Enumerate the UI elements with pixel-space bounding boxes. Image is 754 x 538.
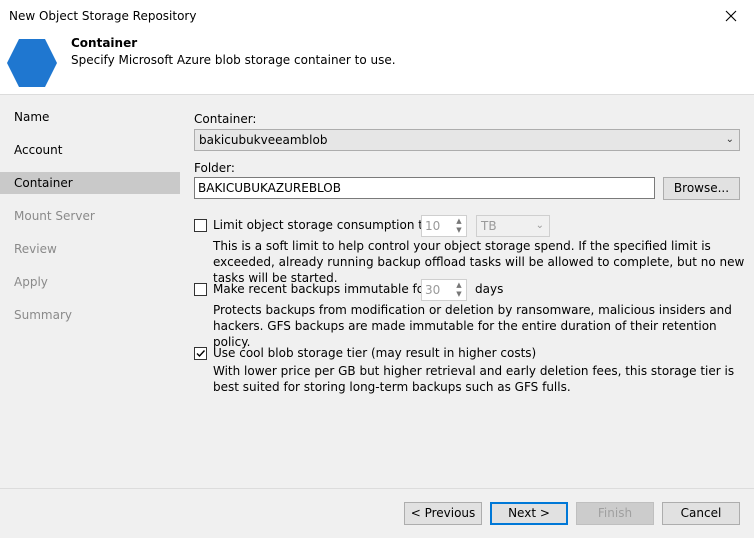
window-title: New Object Storage Repository [9,9,197,23]
spinner-arrows-icon: ▲ ▼ [456,217,462,234]
container-value: bakicubukveeamblob [199,133,328,147]
title-bar: New Object Storage Repository [0,0,754,32]
limit-spinner: 10 ▲ ▼ [421,215,467,237]
finish-button: Finish [576,502,654,525]
limit-label: Limit object storage consumption to: [213,218,435,232]
immutable-unit: days [475,282,504,296]
limit-unit: TB [481,219,497,233]
immutable-value: 30 [425,283,441,297]
spinner-arrows-icon: ▲ ▼ [456,281,462,298]
container-label: Container: [194,112,257,126]
wizard-content: Container: bakicubukveeamblob ⌄ Folder: … [180,95,754,488]
immutable-label: Make recent backups immutable for: [213,282,433,296]
folder-label: Folder: [194,161,235,175]
limit-value: 10 [425,219,441,233]
cool-tier-checkbox[interactable] [194,347,207,360]
hexagon-icon [7,39,57,87]
step-name[interactable]: Name [0,106,180,128]
close-icon [725,10,737,22]
page-title: Container [71,36,138,50]
step-mount-server: Mount Server [14,209,95,223]
immutable-checkbox[interactable] [194,283,207,296]
limit-checkbox[interactable] [194,219,207,232]
previous-button[interactable]: < Previous [404,502,482,525]
container-select[interactable]: bakicubukveeamblob ⌄ [194,129,740,151]
step-review: Review [14,242,57,256]
chevron-down-icon: ⌄ [725,134,734,145]
folder-input[interactable]: BAKICUBUKAZUREBLOB [194,177,655,199]
chevron-down-icon: ⌄ [535,220,544,231]
wizard-header: Container Specify Microsoft Azure blob s… [0,32,754,95]
wizard-footer: < Previous Next > Finish Cancel [0,488,754,538]
wizard-steps: Name Account Container Mount Server Revi… [0,95,180,488]
cool-tier-description: With lower price per GB but higher retri… [213,364,735,394]
page-subtitle: Specify Microsoft Azure blob storage con… [71,53,396,67]
immutable-spinner: 30 ▲ ▼ [421,279,467,301]
step-apply: Apply [14,275,48,289]
limit-unit-select: TB ⌄ [476,215,550,237]
immutable-description: Protects backups from modification or de… [213,303,732,349]
checkmark-icon [196,350,206,358]
step-summary: Summary [14,308,72,322]
cancel-button[interactable]: Cancel [662,502,740,525]
limit-description: This is a soft limit to help control you… [213,239,745,285]
cool-tier-label: Use cool blob storage tier (may result i… [213,346,537,360]
browse-button[interactable]: Browse... [663,177,740,200]
close-button[interactable] [708,0,754,32]
folder-value: BAKICUBUKAZUREBLOB [198,181,341,195]
step-account[interactable]: Account [0,139,180,161]
next-button[interactable]: Next > [490,502,568,525]
step-container[interactable]: Container [0,172,180,194]
